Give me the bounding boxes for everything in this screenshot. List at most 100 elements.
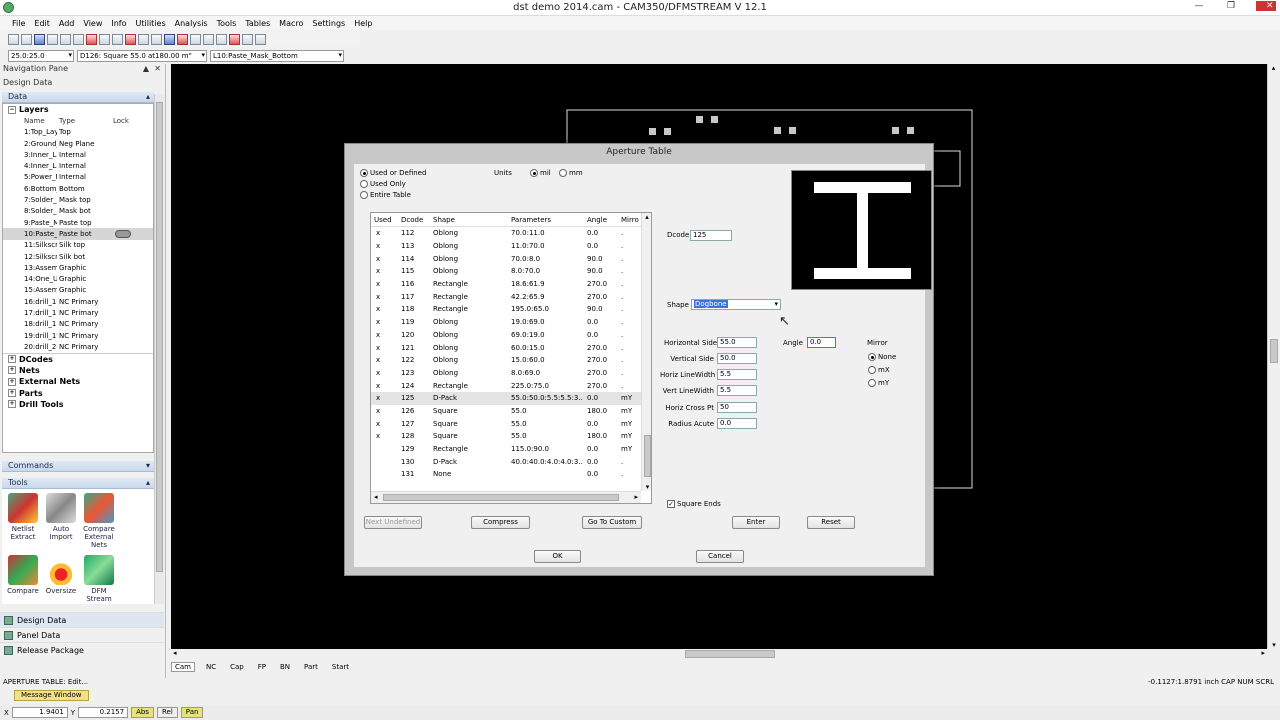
aperture-row[interactable]: x 122 Oblong 15.0:60.0 270.0. [371, 354, 651, 367]
scroll-up-icon[interactable]: ▴ [1268, 64, 1279, 72]
measure-icon[interactable] [164, 33, 175, 45]
menu-settings[interactable]: Settings [312, 19, 345, 28]
aperture-row[interactable]: x 125 D-Pack 55.0:50.0:5.5:5.5:3... 0.0 mY [371, 391, 651, 405]
menu-macro[interactable]: Macro [279, 19, 303, 28]
layer-row[interactable]: 17:drill_17.dlNC Primary [3, 307, 153, 318]
col-name[interactable]: Name [3, 117, 57, 125]
pin-icon[interactable]: ▲ [143, 64, 149, 73]
layer-row[interactable]: 13:Assembly_...Graphic [3, 262, 153, 273]
aperture-row[interactable]: x 114 Oblong 70.0:8.0 90.0. [371, 252, 651, 265]
filter-used-or-defined[interactable]: Used or Defined [360, 169, 426, 177]
vert-linewidth-field[interactable]: 5.5 [717, 385, 757, 396]
zoom-in-icon[interactable] [86, 33, 97, 45]
horiz-linewidth-field[interactable]: 5.5 [717, 369, 757, 380]
list-vertical-scrollbar[interactable]: ▴ ▾ [641, 213, 651, 491]
lock-toggle-icon[interactable] [115, 229, 131, 238]
menu-edit[interactable]: Edit [34, 19, 50, 28]
enter-button[interactable]: Enter [732, 516, 780, 529]
tree-group-nets[interactable]: + Nets [3, 365, 153, 376]
scroll-down-icon[interactable]: ▾ [1268, 641, 1280, 649]
menu-analysis[interactable]: Analysis [175, 19, 208, 28]
menu-tools[interactable]: Tools [217, 19, 237, 28]
next-undefined-button[interactable]: Next Undefined [364, 516, 422, 529]
layer-row[interactable]: 3:Inner_Layer...Internal [3, 149, 153, 160]
layer-row[interactable]: 16:drill_16.dlNC Primary [3, 296, 153, 307]
data-section-header[interactable]: Data ▴ [2, 92, 154, 103]
tab-cam[interactable]: Cam [171, 661, 195, 672]
snap-icon[interactable] [190, 33, 201, 45]
layer-row[interactable]: 8:Solder_Mas...Mask bot [3, 206, 153, 217]
aperture-row[interactable]: x 127 Square 55.0 0.0 mY [371, 417, 651, 430]
tab-start[interactable]: Start [329, 663, 352, 671]
tree-group-drill-tools[interactable]: + Drill Tools [3, 399, 153, 410]
dcode-field[interactable]: 125 [690, 230, 732, 241]
horiz-cross-pt-field[interactable]: 50 [717, 402, 757, 413]
aperture-row[interactable]: 131 None 0.0. [371, 468, 651, 481]
scroll-down-icon[interactable]: ▾ [642, 483, 651, 491]
canvas-horizontal-scrollbar[interactable]: ◂ ▸ [171, 649, 1267, 659]
col-parameters[interactable]: Parameters [507, 216, 583, 224]
layer-row[interactable]: 19:drill_19.dlNC Primary [3, 330, 153, 341]
y-coordinate-field[interactable]: 0.2157 [78, 707, 129, 718]
dfm-stream-tool[interactable]: DFM Stream [80, 555, 118, 603]
filter-entire-table[interactable]: Entire Table [360, 191, 411, 199]
aperture-row[interactable]: x 123 Oblong 8.0:69.0 270.0. [371, 367, 651, 380]
col-dcode[interactable]: Dcode [393, 216, 429, 224]
x-coordinate-field[interactable]: 1.9401 [11, 707, 68, 718]
expand-icon[interactable]: + [8, 377, 16, 386]
undo-icon[interactable] [47, 33, 58, 45]
radius-acute-field[interactable]: 0.0 [717, 418, 757, 429]
zoom-window-icon[interactable] [73, 33, 84, 45]
tab-cap[interactable]: Cap [227, 663, 247, 671]
layer-row[interactable]: 10:Paste_Ma...Paste bot [3, 228, 153, 240]
message-window-tab[interactable]: Message Window [14, 690, 89, 701]
copy-icon[interactable] [216, 33, 227, 45]
aperture-row[interactable]: x 117 Rectangle 42.2:65.9 270.0. [371, 290, 651, 303]
units-mil[interactable]: mil [530, 169, 551, 177]
layers-icon[interactable] [138, 33, 149, 45]
netlist-extract-tool[interactable]: Netlist Extract [4, 493, 42, 549]
shape-select[interactable]: Dogbone ▾ [691, 299, 781, 310]
layer-row[interactable]: 7:Solder_Mas...Mask top [3, 194, 153, 205]
nav-scrollbar[interactable] [154, 94, 164, 604]
compare-tool[interactable]: Compare [4, 555, 42, 603]
menu-info[interactable]: Info [111, 19, 126, 28]
vertical-side-field[interactable]: 50.0 [717, 353, 757, 364]
layer-row[interactable]: 1:Top_Layer_lTop [3, 127, 153, 138]
menu-utilities[interactable]: Utilities [136, 19, 166, 28]
nav-release-package[interactable]: Release Package [0, 642, 164, 657]
rotate-icon[interactable] [242, 33, 253, 45]
mirror-my[interactable]: mY [868, 379, 889, 387]
aperture-row[interactable]: x 115 Oblong 8.0:70.0 90.0. [371, 265, 651, 278]
scroll-left-icon[interactable]: ◂ [374, 493, 378, 501]
open-icon[interactable] [21, 33, 32, 45]
layer-row[interactable]: 11:Silkscreen...Silk top [3, 240, 153, 251]
list-scroll-thumb[interactable] [644, 435, 651, 477]
aperture-row[interactable]: x 121 Oblong 60.0:15.0 270.0. [371, 341, 651, 354]
auto-import-tool[interactable]: Auto Import [42, 493, 80, 549]
redo-icon[interactable] [60, 33, 71, 45]
aperture-row[interactable]: x 124 Rectangle 225.0:75.0 270.0. [371, 379, 651, 392]
aperture-row[interactable]: 130 D-Pack 40.0:40.0:4.0:4.0:3... 0.0. [371, 455, 651, 468]
aperture-row[interactable]: x 119 Oblong 19.0:69.0 0.0. [371, 316, 651, 329]
aperture-row[interactable]: 129 Rectangle 115.0:90.0 0.0 mY [371, 443, 651, 456]
mirror-none[interactable]: None [868, 353, 896, 361]
tab-part[interactable]: Part [301, 663, 321, 671]
layer-row[interactable]: 6:Bottom_Lay...Bottom [3, 183, 153, 194]
aperture-row[interactable]: x 116 Rectangle 18.6:61.9 270.0. [371, 278, 651, 291]
rel-button[interactable]: Rel [156, 707, 178, 718]
aperture-row[interactable]: x 120 Oblong 69.0:19.0 0.0. [371, 329, 651, 342]
layer-row[interactable]: 5:Power_Pla...Internal [3, 172, 153, 183]
list-hscroll-thumb[interactable] [383, 494, 619, 501]
expand-icon[interactable]: + [8, 389, 16, 398]
mirror-icon[interactable] [255, 33, 266, 45]
layer-row[interactable]: 9:Paste_Mas...Paste top [3, 217, 153, 228]
layer-row[interactable]: 15:Assembly_...Graphic [3, 285, 153, 296]
menu-view[interactable]: View [83, 19, 102, 28]
chevron-down-icon[interactable]: ▾ [774, 300, 778, 309]
angle-field[interactable]: 0.0 [807, 337, 836, 348]
expand-icon[interactable]: + [8, 355, 16, 364]
horizontal-side-field[interactable]: 55.0 [717, 337, 757, 348]
minimize-icon[interactable]: — [1192, 1, 1206, 11]
menu-file[interactable]: File [12, 19, 25, 28]
